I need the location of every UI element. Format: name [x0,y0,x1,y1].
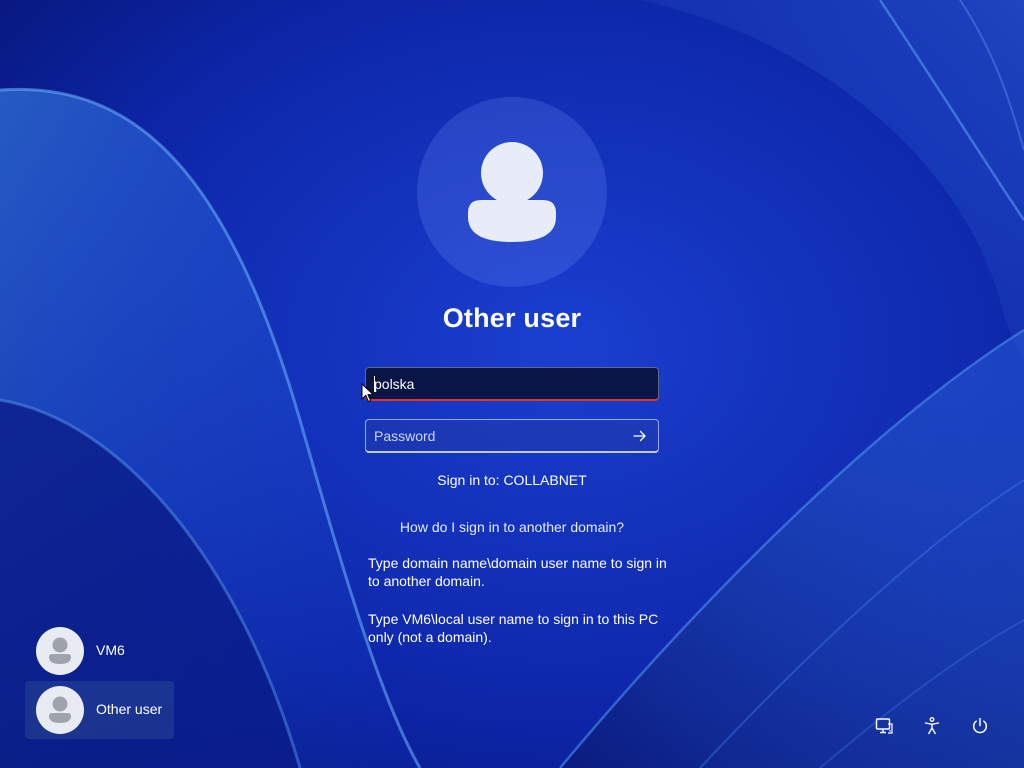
accessibility-icon [924,717,940,735]
user-tile-other-user[interactable]: Other user [25,681,174,739]
person-icon [49,637,71,664]
person-icon [468,142,556,242]
sign-in-domain-label: Sign in to: COLLABNET [437,472,587,488]
power-icon [972,717,988,734]
network-button[interactable] [870,712,898,740]
avatar [36,627,84,675]
username-field[interactable] [365,367,659,401]
mouse-cursor-icon [361,383,375,403]
username-input[interactable] [374,368,624,400]
user-avatar-large [417,97,607,287]
network-icon [875,718,893,734]
submit-button[interactable] [628,425,652,447]
person-icon [49,696,71,723]
password-input[interactable] [374,420,624,452]
page-title: Other user [442,303,582,333]
arrow-right-icon [633,430,646,442]
help-text-domain: Type domain name\domain user name to sig… [368,555,667,589]
avatar [36,686,84,734]
user-tile-vm6[interactable]: VM6 [25,622,174,680]
domain-help-link[interactable]: How do I sign in to another domain? [312,518,712,537]
user-name-label: Other user [96,701,163,717]
power-button[interactable] [966,712,994,740]
user-name-label: VM6 [96,642,125,658]
help-text-local: Type VM6\local user name to sign in to t… [368,611,659,645]
password-field[interactable] [365,419,659,453]
accessibility-button[interactable] [918,712,946,740]
